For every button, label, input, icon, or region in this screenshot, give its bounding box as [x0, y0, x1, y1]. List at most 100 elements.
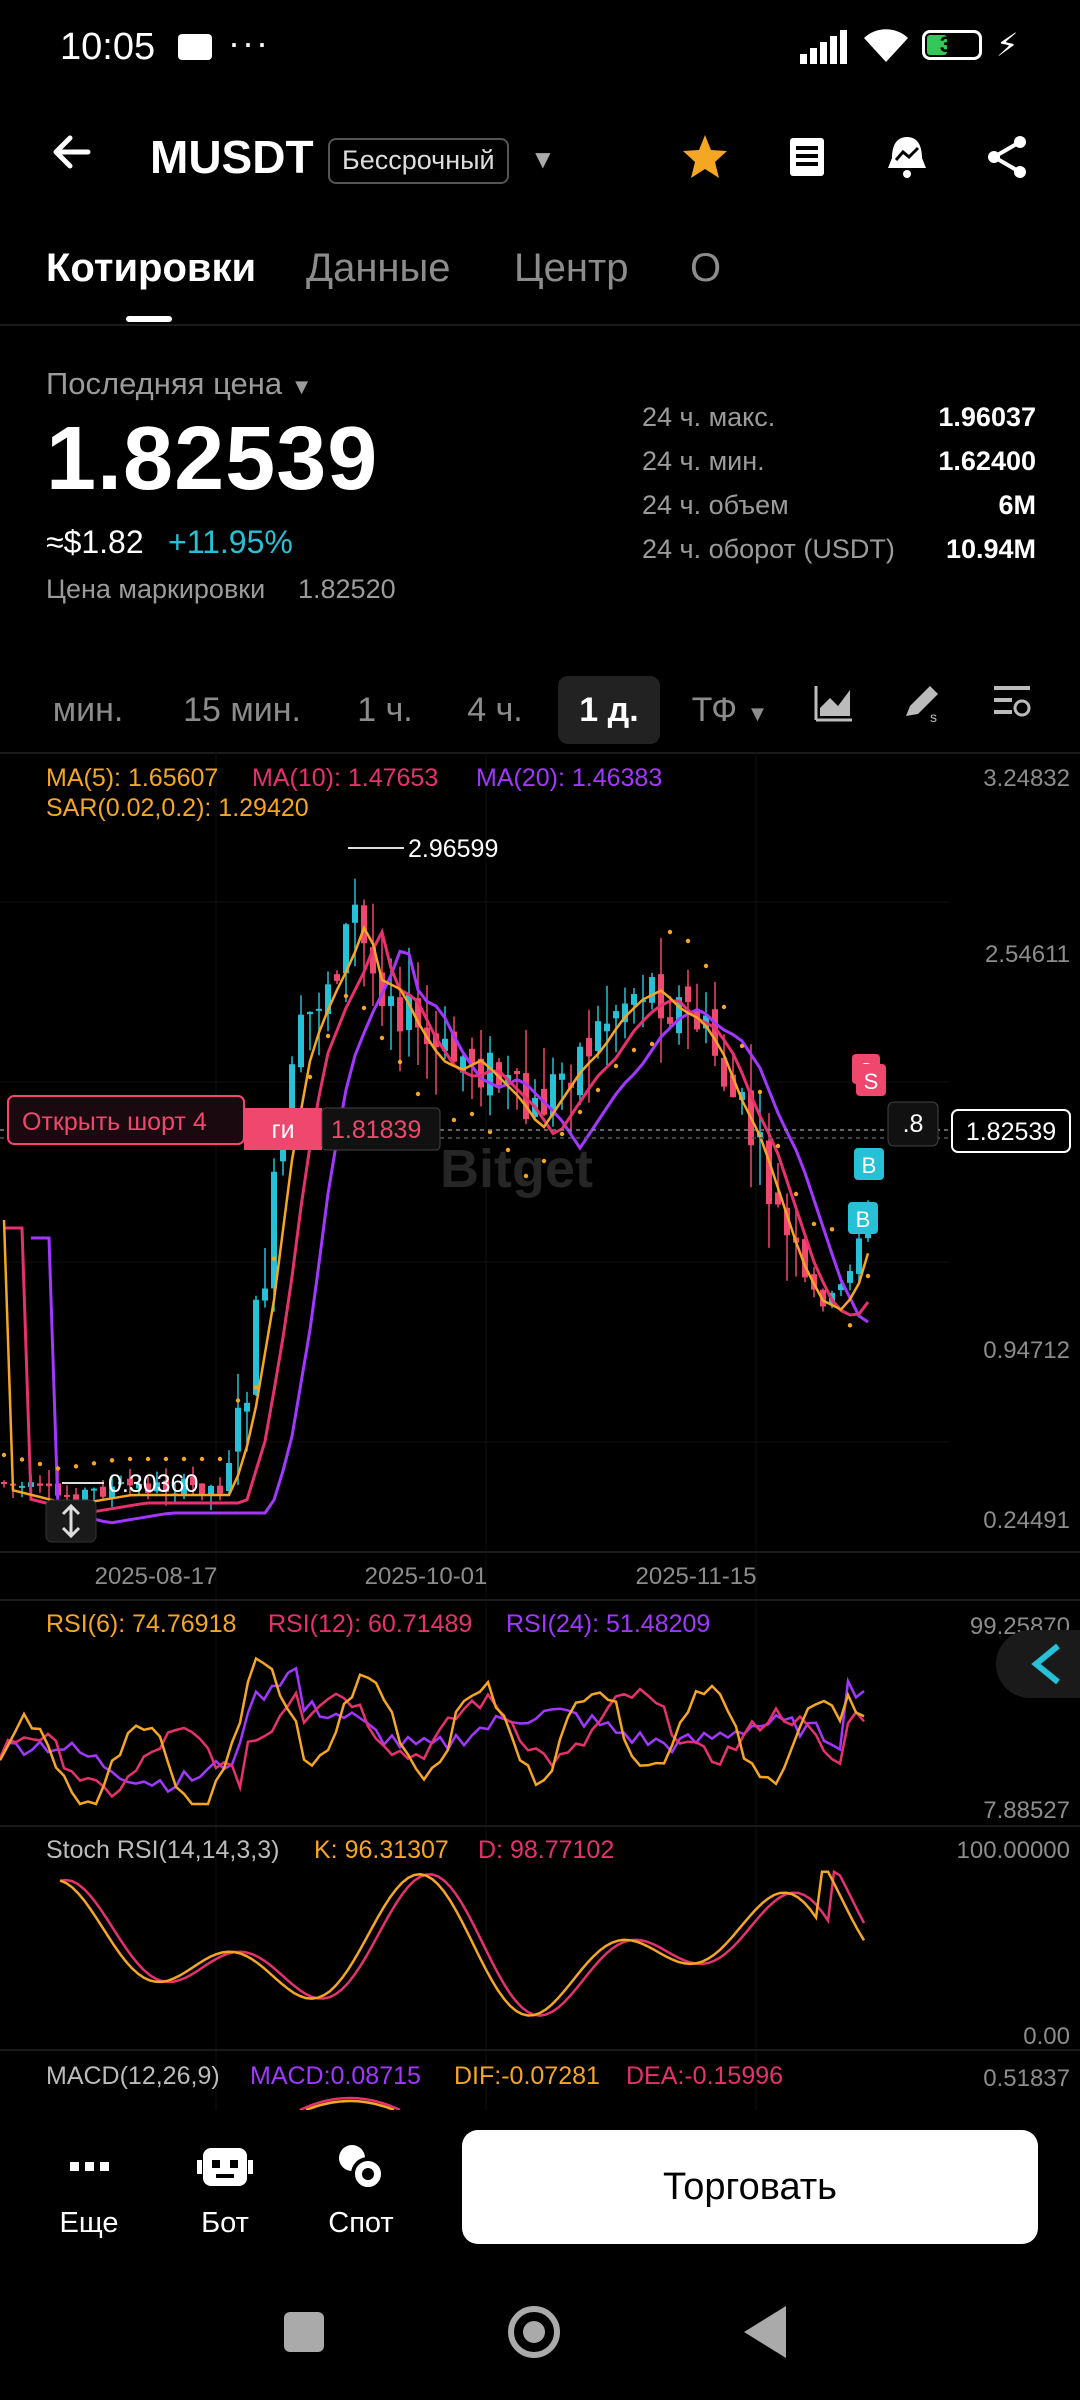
timeframe-4h[interactable]: 4 ч. — [454, 676, 536, 744]
tab-data[interactable]: Данные — [306, 246, 451, 291]
sar-dot — [91, 1461, 97, 1466]
sar-dot — [37, 1461, 43, 1467]
stat-24h-low-value: 1.62400 — [938, 446, 1036, 476]
signal-icon — [800, 30, 847, 64]
date-axis-label: 2025-11-15 — [636, 1563, 757, 1590]
candle-body — [334, 974, 340, 981]
candle-body — [46, 1483, 52, 1487]
robot-icon — [197, 2148, 253, 2186]
indicator-settings-icon[interactable] — [990, 680, 1034, 724]
tab-about[interactable]: О — [690, 246, 721, 291]
ma10-label: MA(10): 1.47653 — [252, 764, 438, 792]
candle-body — [361, 905, 367, 944]
price-change-percent: +11.95% — [168, 524, 293, 560]
rsi24-label: RSI(24): 51.48209 — [506, 1610, 710, 1638]
ma20-label: MA(20): 1.46383 — [476, 764, 662, 792]
contract-type-badge[interactable]: Бессрочный — [328, 138, 509, 184]
sar-dot — [631, 1047, 637, 1053]
date-axis-label: 2025-08-17 — [95, 1563, 218, 1590]
sar-dot — [397, 1059, 403, 1065]
svg-text:s: s — [930, 709, 937, 724]
sar-dot — [1, 1452, 7, 1458]
high-price-label: 2.96599 — [408, 835, 498, 863]
share-icon[interactable] — [982, 132, 1032, 182]
sar-dot — [361, 1005, 367, 1011]
macd-label: MACD(12,26,9) — [46, 2062, 220, 2090]
sar-dot — [343, 993, 349, 999]
candle-body — [388, 996, 394, 1006]
sar-dot — [559, 1131, 565, 1137]
sar-dot — [847, 1323, 853, 1328]
kline-chart[interactable]: Bitget MA(5): 1.65607 MA(10): 1.47653 MA… — [0, 752, 1080, 2110]
candle-body — [649, 977, 655, 1003]
sar-dot — [379, 1035, 385, 1041]
bot-button[interactable]: Бот — [170, 2136, 280, 2240]
sar-dot — [865, 1273, 871, 1279]
recent-apps-button[interactable] — [284, 2312, 324, 2352]
candle-body — [667, 1017, 673, 1024]
timeframe-15min[interactable]: 15 мин. — [170, 676, 314, 744]
candle-body — [307, 1011, 313, 1015]
candle-body — [604, 1023, 610, 1032]
chevron-down-icon[interactable]: ▼ — [530, 144, 556, 175]
sar-dot — [307, 1074, 313, 1080]
status-bar: 10:05 ··· 38 ⚡ — [0, 0, 1080, 100]
buy-signal: B — [854, 1148, 884, 1180]
stat-24h-high-value: 1.96037 — [938, 402, 1036, 432]
price-alert-icon[interactable] — [882, 132, 932, 182]
candle-body — [100, 1486, 106, 1497]
usd-price: ≈$1.82 — [46, 524, 144, 560]
sar-dot — [199, 1456, 205, 1462]
candle-body — [235, 1407, 241, 1452]
sar-dot — [541, 1158, 547, 1164]
stoch-d-label: D: 98.77102 — [478, 1836, 614, 1864]
candle-body — [37, 1483, 43, 1486]
timeframe-1h[interactable]: 1 ч. — [344, 676, 426, 744]
dif-value: DIF:-0.07281 — [454, 2062, 600, 2090]
candle-body — [685, 986, 691, 1003]
more-dots-icon — [70, 2162, 109, 2171]
status-time: 10:05 — [60, 26, 156, 68]
chart-type-icon[interactable] — [812, 680, 856, 724]
candle-body — [631, 994, 637, 1005]
sar-dot — [649, 1041, 655, 1047]
sar-dot — [145, 1456, 151, 1462]
last-price-label[interactable]: Последняя цена ▼ — [46, 366, 312, 402]
low-price-label: 0.30360 — [108, 1470, 198, 1498]
candle-body — [847, 1271, 853, 1283]
buy-signal: B — [848, 1202, 878, 1234]
sar-dot — [181, 1456, 187, 1462]
stoch-k-line — [59, 1870, 866, 2017]
candlestick-series — [1, 878, 871, 1515]
candle-body — [658, 974, 664, 1019]
candle-body — [586, 1037, 592, 1057]
candle-body — [397, 997, 403, 1032]
spot-button[interactable]: Спот — [306, 2136, 416, 2240]
more-button[interactable]: Еще — [34, 2136, 144, 2240]
system-back-button[interactable] — [744, 2306, 786, 2358]
drawing-pen-icon[interactable]: s — [900, 680, 944, 724]
stoch-k-label: K: 96.31307 — [314, 1836, 449, 1864]
back-arrow-icon[interactable] — [48, 128, 104, 184]
symbol-title[interactable]: MUSDT — [150, 130, 314, 184]
sar-dot — [757, 1089, 763, 1095]
home-button[interactable] — [508, 2306, 560, 2358]
sar-dot — [217, 1456, 223, 1462]
candle-body — [316, 1008, 322, 1011]
timeframe-1d[interactable]: 1 д. — [558, 676, 660, 744]
document-icon[interactable] — [782, 132, 832, 182]
tab-center[interactable]: Центр — [514, 246, 629, 291]
timeframe-more[interactable]: ТФ ▼ — [680, 676, 780, 744]
stat-24h-high-label: 24 ч. макс. — [642, 402, 776, 432]
tab-quotes[interactable]: Котировки — [46, 246, 256, 291]
candle-body — [91, 1488, 97, 1491]
candle-body — [1, 1481, 7, 1485]
candle-body — [253, 1299, 259, 1395]
star-icon[interactable] — [680, 132, 730, 182]
sar-dot — [505, 1147, 511, 1153]
candle-body — [271, 1171, 277, 1289]
sar-dot — [325, 1033, 331, 1039]
timeframe-min[interactable]: мин. — [36, 676, 140, 744]
dea-value: DEA:-0.15996 — [626, 2062, 783, 2090]
trade-button[interactable]: Торговать — [462, 2130, 1038, 2244]
